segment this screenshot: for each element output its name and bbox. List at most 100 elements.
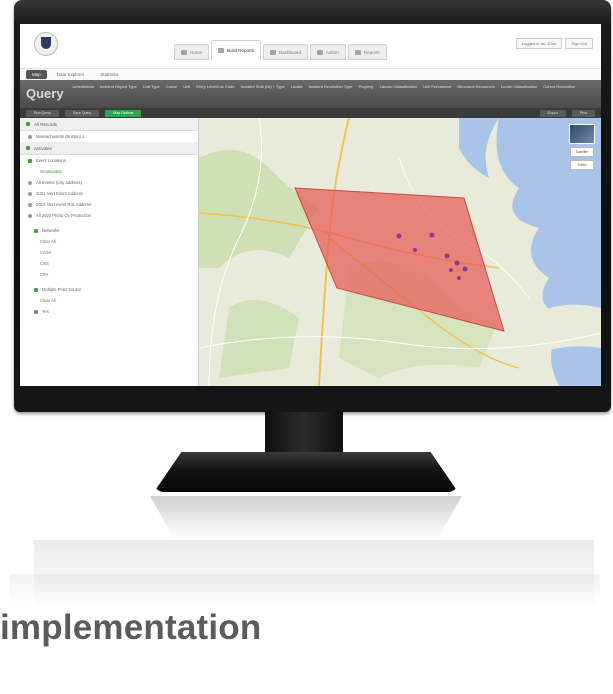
filter-dropdown[interactable]: Entry Level/Loc Code bbox=[196, 84, 234, 89]
reports-icon bbox=[354, 49, 361, 55]
sign-out-button[interactable]: Sign Out bbox=[565, 38, 593, 49]
network-item[interactable]: CPA bbox=[20, 269, 198, 280]
main-tabs: Home Build Reports Dashboard Admin Repor… bbox=[174, 40, 387, 60]
sidebar-item-label: All Events (City address) bbox=[36, 180, 82, 185]
report-icon bbox=[218, 47, 225, 53]
state-seal-logo bbox=[34, 32, 58, 56]
sidebar-item-label: 2022 Alert event Rdc Address bbox=[36, 202, 92, 207]
map-view[interactable]: Satellite Traffic bbox=[199, 118, 601, 386]
filter-dropdown[interactable]: Unit Prevalence bbox=[423, 84, 451, 89]
filter-list: Jurisdictions Incident Report Type Unit … bbox=[72, 84, 597, 89]
print-button[interactable]: Print bbox=[571, 109, 595, 117]
sidebar-item[interactable]: All Events (City address) bbox=[20, 177, 198, 188]
sub-navigation: Map Data Explorer Statistics bbox=[26, 68, 124, 80]
section-title: Activities bbox=[34, 145, 52, 151]
tab-label: Admin bbox=[326, 49, 339, 55]
satellite-thumbnail-icon[interactable] bbox=[569, 124, 595, 144]
map-options-button[interactable]: Map Options bbox=[105, 109, 142, 117]
sidebar-item[interactable]: Massachusetts (Boston) 1 bbox=[20, 131, 198, 142]
layer-dot-icon bbox=[28, 213, 32, 218]
tab-admin[interactable]: Admin bbox=[310, 44, 346, 60]
tab-build-reports[interactable]: Build Reports bbox=[211, 40, 262, 60]
query-title: Query bbox=[26, 86, 64, 101]
incident-marker[interactable] bbox=[457, 276, 461, 280]
monitor-screen: Home Build Reports Dashboard Admin Repor… bbox=[20, 24, 601, 386]
filter-dropdown[interactable]: Property bbox=[358, 84, 373, 89]
traffic-button[interactable]: Traffic bbox=[570, 160, 594, 170]
incident-marker[interactable] bbox=[396, 233, 402, 239]
page-caption: implementation bbox=[0, 608, 262, 647]
sidebar-item-geolocated[interactable]: Geolocated bbox=[20, 166, 198, 177]
incident-marker[interactable] bbox=[462, 266, 468, 272]
layer-dot-icon bbox=[28, 202, 32, 207]
sidebar-item-label: Event Locations bbox=[36, 158, 66, 163]
incident-marker[interactable] bbox=[413, 248, 417, 252]
filter-dropdown[interactable]: Incident Shift (Dt) + Type bbox=[241, 84, 285, 89]
layer-color-icon bbox=[26, 122, 30, 126]
monitor-base bbox=[154, 452, 458, 492]
satellite-button[interactable]: Satellite bbox=[570, 147, 594, 157]
layer-dot-icon bbox=[28, 191, 32, 196]
sidebar-item-label: Multiple Point Source bbox=[42, 287, 82, 292]
filter-dropdown[interactable]: Incident Report Type bbox=[100, 84, 137, 89]
sidebar-item[interactable]: Multiple Point Source bbox=[20, 284, 198, 295]
dashboard-icon bbox=[270, 49, 277, 55]
bezel-gloss bbox=[14, 0, 611, 24]
sidebar-section-header[interactable]: Activities bbox=[20, 142, 198, 155]
user-account-button[interactable]: Logged in as: JDoe bbox=[515, 38, 563, 49]
save-query-button[interactable]: Save Query bbox=[64, 109, 100, 117]
tab-label: Build Reports bbox=[227, 47, 255, 53]
map-type-controls: Satellite Traffic bbox=[569, 124, 595, 170]
sidebar-item[interactable]: Yes bbox=[20, 306, 198, 317]
tab-label: Dashboard bbox=[279, 49, 302, 55]
layer-dot-icon bbox=[34, 309, 38, 314]
run-query-button[interactable]: Run Query bbox=[26, 109, 59, 117]
clear-all-link[interactable]: Clear All bbox=[20, 295, 198, 306]
export-button[interactable]: Export bbox=[539, 109, 566, 117]
section-title: All Records bbox=[34, 121, 58, 127]
filter-dropdown[interactable]: Locate bbox=[291, 84, 303, 89]
user-controls: Logged in as: JDoe Sign Out bbox=[515, 38, 593, 49]
filter-dropdown[interactable]: Structural Resources bbox=[457, 84, 494, 89]
action-toolbar: Run Query Save Query Map Options Export … bbox=[20, 108, 601, 118]
clear-all-link[interactable]: Clear All bbox=[20, 236, 198, 247]
filter-dropdown[interactable]: Incident Resolution Type bbox=[309, 84, 353, 89]
incident-marker[interactable] bbox=[449, 268, 453, 272]
network-item[interactable]: CNS bbox=[20, 258, 198, 269]
sidebar-section-header[interactable]: All Records bbox=[20, 118, 198, 131]
sidebar-item[interactable]: 2021 Alert Event Address bbox=[20, 188, 198, 199]
layer-color-icon bbox=[28, 158, 32, 163]
network-item[interactable]: CASA bbox=[20, 247, 198, 258]
sidebar-item-label: All 2020 Photo On Production bbox=[36, 213, 92, 218]
layer-sidebar: All Records Massachusetts (Boston) 1 Act… bbox=[20, 118, 199, 386]
filter-dropdown[interactable]: Landsc Classification bbox=[380, 84, 418, 89]
filter-dropdown[interactable]: Unit Type bbox=[143, 84, 160, 89]
incident-marker[interactable] bbox=[444, 253, 450, 259]
filter-dropdown[interactable]: Jurisdictions bbox=[72, 84, 94, 89]
tab-home[interactable]: Home bbox=[174, 44, 210, 60]
layer-color-icon bbox=[34, 228, 38, 233]
sidebar-item[interactable]: Networks bbox=[20, 225, 198, 236]
map-canvas[interactable] bbox=[199, 118, 601, 386]
subnav-map[interactable]: Map bbox=[26, 69, 47, 79]
tab-reports[interactable]: Reports bbox=[347, 44, 387, 60]
base-reflection bbox=[150, 496, 462, 540]
tab-label: Reports bbox=[363, 49, 380, 55]
incident-marker[interactable] bbox=[429, 232, 435, 238]
sidebar-item[interactable]: Event Locations bbox=[20, 155, 198, 166]
sidebar-item[interactable]: 2022 Alert event Rdc Address bbox=[20, 199, 198, 210]
sidebar-item[interactable]: All 2020 Photo On Production bbox=[20, 210, 198, 221]
tab-dashboard[interactable]: Dashboard bbox=[263, 44, 309, 60]
filter-dropdown[interactable]: Unit bbox=[183, 84, 190, 89]
incident-marker[interactable] bbox=[454, 260, 460, 266]
subnav-statistics[interactable]: Statistics bbox=[94, 70, 124, 79]
filter-dropdown[interactable]: Cause bbox=[166, 84, 178, 89]
floor-reflection bbox=[10, 574, 600, 604]
subnav-data-explorer[interactable]: Data Explorer bbox=[51, 70, 91, 79]
filter-dropdown[interactable]: Locale Classification bbox=[501, 84, 537, 89]
sidebar-item-label: 2021 Alert Event Address bbox=[36, 191, 84, 196]
home-icon bbox=[181, 49, 187, 55]
sidebar-item-label: Yes bbox=[42, 309, 49, 314]
filter-dropdown[interactable]: Cohort Resolution bbox=[543, 84, 575, 89]
admin-icon bbox=[317, 49, 324, 55]
